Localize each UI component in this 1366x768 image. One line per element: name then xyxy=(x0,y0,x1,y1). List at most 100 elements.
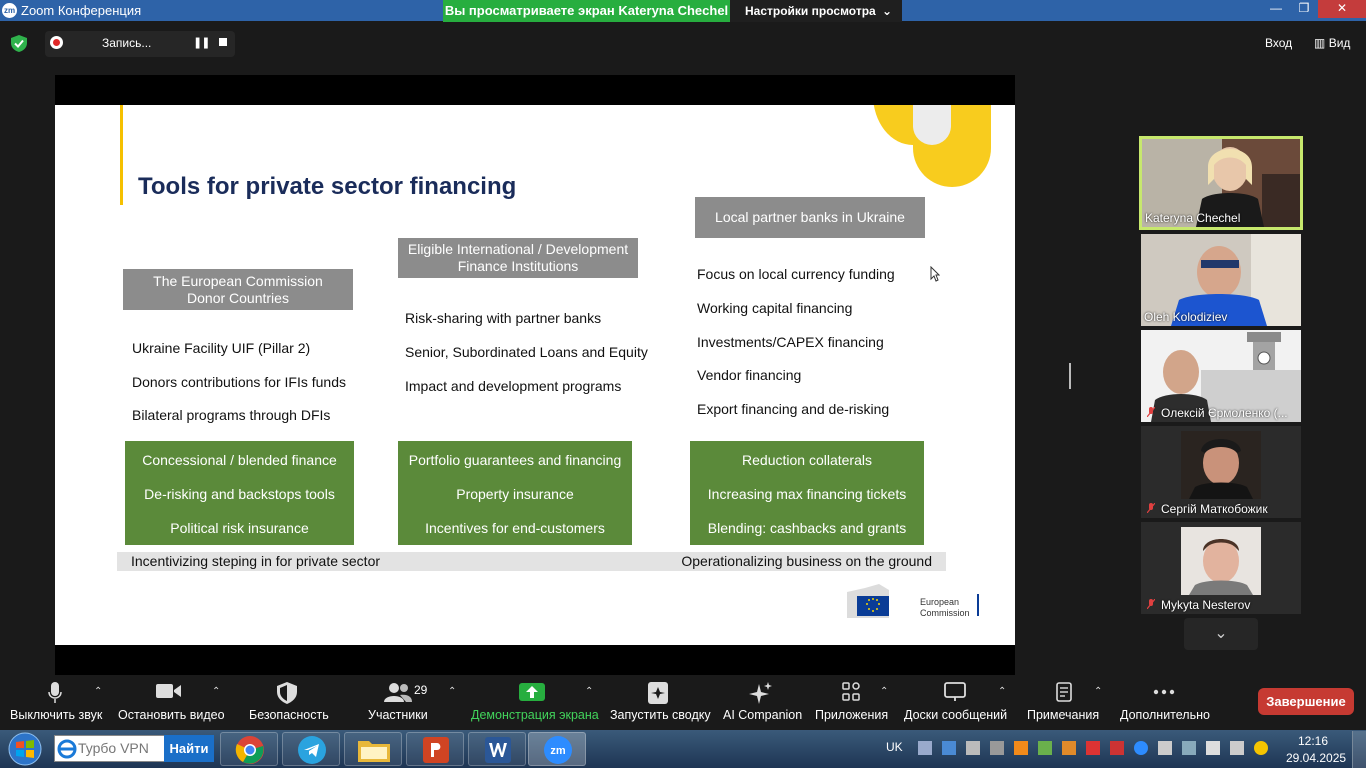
share-screen-button[interactable]: ⌃ Демонстрация экрана xyxy=(468,678,599,730)
list-item: Donors contributions for IFIs funds xyxy=(132,374,346,390)
minimize-button[interactable]: — xyxy=(1262,0,1290,18)
security-button[interactable]: Безопасность xyxy=(240,678,334,730)
pause-recording-button[interactable]: ❚❚ xyxy=(193,36,210,49)
participant-name: Олексій Єрмоленко (... xyxy=(1161,406,1288,420)
taskbar-explorer[interactable] xyxy=(344,732,402,766)
meeting-top-bar: Запись... ❚❚ Вход ▥ Вид xyxy=(0,22,1366,62)
green-item: Blending: cashbacks and grants xyxy=(707,520,907,536)
tray-app-icon[interactable] xyxy=(1182,741,1196,755)
security-label: Безопасность xyxy=(249,708,329,722)
tray-app-icon[interactable] xyxy=(1110,741,1124,755)
col1-green-box: Concessional / blended finance De-riskin… xyxy=(125,441,354,545)
view-button[interactable]: ▥ Вид xyxy=(1314,36,1350,50)
tray-app-icon[interactable] xyxy=(990,741,1004,755)
taskbar-word[interactable] xyxy=(468,732,526,766)
chevron-up-icon[interactable]: ⌃ xyxy=(1094,686,1102,697)
list-item: Investments/CAPEX financing xyxy=(697,334,884,350)
participant-tile[interactable]: Mykyta Nesterov xyxy=(1141,522,1301,614)
green-item: Concessional / blended finance xyxy=(142,452,337,468)
participant-tile[interactable]: Сергій Маткобожик xyxy=(1141,426,1301,518)
scroll-participants-down-button[interactable]: ⌄ xyxy=(1184,618,1258,650)
ai-sparkle-icon xyxy=(749,682,772,704)
mute-button[interactable]: ⌃ Выключить звук xyxy=(0,678,112,730)
list-item: Senior, Subordinated Loans and Equity xyxy=(405,344,648,360)
green-item: De-risking and backstops tools xyxy=(144,486,335,502)
keyboard-language[interactable]: UK xyxy=(886,740,903,754)
network-signal-icon[interactable] xyxy=(918,741,932,755)
maximize-button[interactable]: ❐ xyxy=(1290,0,1318,18)
bottom-right-caption: Operationalizing business on the ground xyxy=(681,553,932,569)
end-meeting-button[interactable]: Завершение xyxy=(1258,688,1354,715)
summary-button[interactable]: Запустить сводку xyxy=(606,678,711,730)
word-icon xyxy=(485,737,511,763)
panel-resize-handle[interactable] xyxy=(1069,363,1071,389)
login-button[interactable]: Вход xyxy=(1265,36,1292,50)
security-shield-icon xyxy=(277,682,297,704)
tray-app-icon[interactable] xyxy=(966,741,980,755)
recording-icon xyxy=(50,36,63,49)
taskbar-chrome[interactable] xyxy=(220,732,278,766)
whiteboards-button[interactable]: ⌃ Доски сообщений xyxy=(900,678,1016,730)
encryption-shield-icon[interactable] xyxy=(11,35,27,52)
participants-icon xyxy=(384,683,412,702)
chevron-up-icon[interactable]: ⌃ xyxy=(212,686,220,697)
tray-app-icon[interactable] xyxy=(1014,741,1028,755)
vpn-search-input[interactable]: Турбо VPN xyxy=(78,740,149,756)
show-desktop-button[interactable] xyxy=(1352,731,1366,768)
participants-button[interactable]: 29 ⌃ Участники xyxy=(362,678,460,730)
participant-tile[interactable]: Олексій Єрмоленко (... xyxy=(1141,330,1301,422)
chevron-up-icon[interactable]: ⌃ xyxy=(585,686,593,697)
stop-recording-button[interactable] xyxy=(219,38,227,46)
mouse-cursor-icon xyxy=(930,266,940,282)
notes-button[interactable]: ⌃ Примечания xyxy=(1024,678,1114,730)
participant-name: Mykyta Nesterov xyxy=(1161,598,1251,612)
tray-app-icon[interactable] xyxy=(1038,741,1052,755)
bluetooth-icon[interactable] xyxy=(942,741,956,755)
zoom-tray-icon[interactable] xyxy=(1134,741,1148,755)
whiteboards-label: Доски сообщений xyxy=(904,708,1008,722)
window-title: Zoom Конференция xyxy=(21,3,142,18)
chevron-up-icon[interactable]: ⌃ xyxy=(998,686,1006,697)
col2-header: Eligible International / Development Fin… xyxy=(398,238,638,278)
more-dots-icon xyxy=(1153,689,1175,695)
list-item: Ukraine Facility UIF (Pillar 2) xyxy=(132,340,311,356)
chevron-up-icon[interactable]: ⌃ xyxy=(448,686,456,697)
participants-count: 29 xyxy=(414,683,428,697)
taskbar-powerpoint[interactable] xyxy=(406,732,464,766)
whiteboard-icon xyxy=(944,682,966,701)
participant-tile[interactable]: Oleh Kolodiziev xyxy=(1141,234,1301,326)
participant-tile[interactable]: Kateryna Chechel xyxy=(1139,136,1303,230)
participant-video xyxy=(1181,527,1261,595)
list-item: Impact and development programs xyxy=(405,378,622,394)
tray-app-icon[interactable] xyxy=(1062,741,1076,755)
list-item: Vendor financing xyxy=(697,367,802,383)
apps-button[interactable]: ⌃ Приложения xyxy=(812,678,896,730)
mic-muted-icon xyxy=(1147,599,1155,609)
stop-video-button[interactable]: ⌃ Остановить видео xyxy=(114,678,226,730)
view-settings-button[interactable]: Настройки просмотра ⌄ xyxy=(730,0,902,22)
tray-flag-icon[interactable] xyxy=(1230,741,1244,755)
presentation-slide: Tools for private sector financing The E… xyxy=(55,105,1015,645)
green-item: Increasing max financing tickets xyxy=(707,486,907,502)
start-button[interactable] xyxy=(5,732,45,766)
clock-time[interactable]: 12:16 xyxy=(1298,734,1328,748)
green-item: Incentives for end-customers xyxy=(425,520,605,536)
tray-app-icon[interactable] xyxy=(1086,741,1100,755)
tray-app-icon[interactable] xyxy=(1254,741,1268,755)
clock-date[interactable]: 29.04.2025 xyxy=(1286,751,1346,765)
volume-icon[interactable] xyxy=(1206,741,1220,755)
more-button[interactable]: Дополнительно xyxy=(1116,678,1214,730)
vpn-search-button[interactable]: Найти xyxy=(164,735,214,762)
bottom-left-caption: Incentivizing steping in for private sec… xyxy=(131,553,381,569)
green-item: Property insurance xyxy=(456,486,574,502)
participant-video xyxy=(1181,431,1261,499)
ai-companion-button[interactable]: AI Companion xyxy=(718,678,804,730)
taskbar-telegram[interactable] xyxy=(282,732,340,766)
chevron-up-icon[interactable]: ⌃ xyxy=(94,686,102,697)
close-window-button[interactable]: ✕ xyxy=(1318,0,1366,18)
taskbar-zoom[interactable]: zm xyxy=(528,732,586,766)
tray-app-icon[interactable] xyxy=(1158,741,1172,755)
notes-icon xyxy=(1056,682,1072,702)
view-grid-icon: ▥ xyxy=(1314,36,1326,50)
chevron-up-icon[interactable]: ⌃ xyxy=(880,686,888,697)
